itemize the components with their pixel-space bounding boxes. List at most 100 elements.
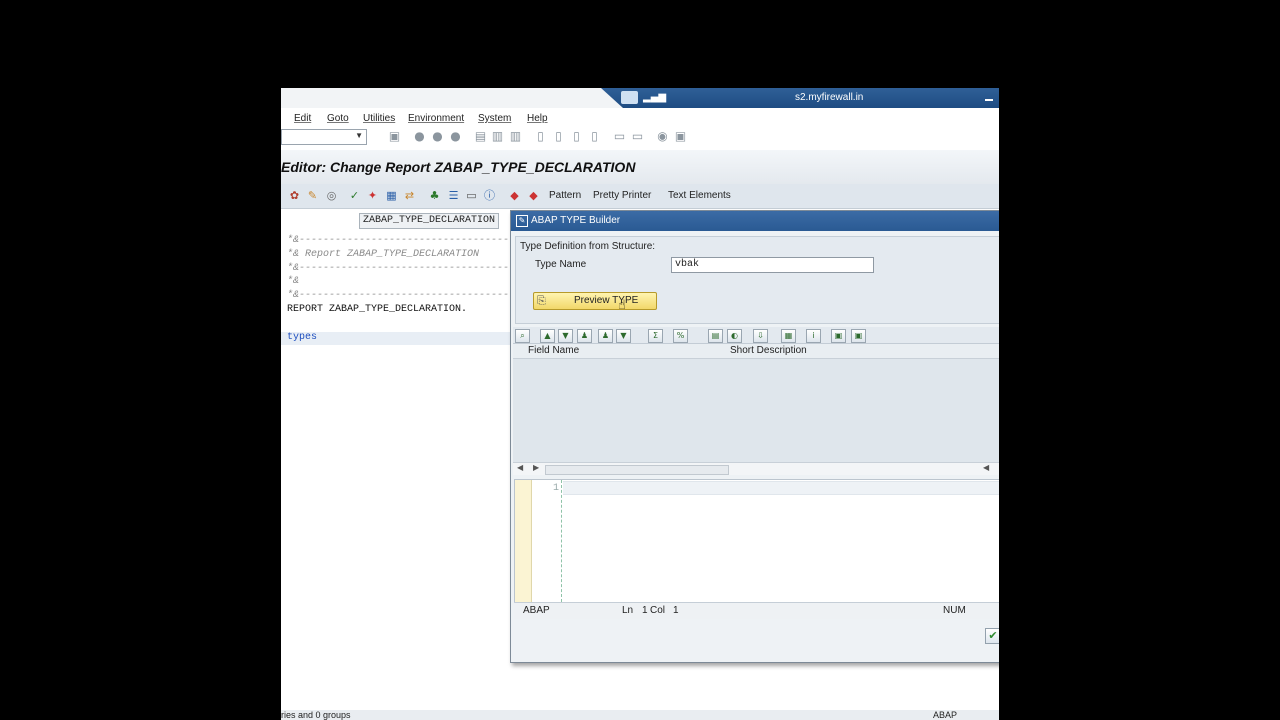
confirm-checkmark-icon[interactable]: ✔ [985, 628, 999, 644]
code-line: *&--------------------------------------… [287, 235, 714, 246]
print-icon[interactable]: ▤ [474, 130, 487, 143]
activate-icon[interactable]: ✦ [366, 189, 379, 202]
application-toolbar: ✿ ✎ ◎ ✓ ✦ ▦ ⇄ ♣ ☰ ▭ ⓘ ◆ ◆ Pattern Pretty… [281, 184, 999, 209]
find-icon[interactable]: ♟ [577, 329, 592, 343]
dialog-icon: ✎ [516, 215, 528, 227]
scrollbar-thumb[interactable] [545, 465, 729, 475]
preview-type-label: Preview TYPE [574, 295, 639, 306]
status-message: ries and 0 groups [281, 710, 351, 720]
breakpoint-icon[interactable]: ◆ [508, 189, 521, 202]
line-value: 1 [642, 605, 648, 616]
total-icon[interactable]: Σ [648, 329, 663, 343]
check-icon[interactable]: ✓ [348, 189, 361, 202]
layout-icon[interactable]: ▦ [781, 329, 796, 343]
scroll-left-icon[interactable]: ◀ [517, 463, 523, 472]
other-object-icon[interactable]: ✿ [288, 189, 301, 202]
program-name-field: ZABAP_TYPE_DECLARATION [359, 213, 500, 229]
scroll-left-end-icon[interactable]: ◀ [983, 463, 989, 472]
code-line: *& Report ZABAP_TYPE_DECLARATION [287, 248, 480, 260]
preview-icon: ⎘ [537, 294, 546, 307]
menu-environment[interactable]: Environment [408, 113, 464, 124]
test-icon[interactable]: ▦ [385, 189, 398, 202]
select-all-icon[interactable]: ▣ [831, 329, 846, 343]
network-icon [621, 91, 638, 104]
window-icon[interactable]: ▭ [465, 189, 478, 202]
sort-ascending-icon[interactable]: ▲ [540, 329, 555, 343]
grid-horizontal-scrollbar[interactable]: ◀ ▶ ◀ [513, 462, 999, 475]
save-icon[interactable]: ▣ [388, 130, 401, 143]
connection-bar: ▂▄▆ s2.myfirewall.in [281, 88, 999, 108]
command-field[interactable]: ▼ [281, 129, 367, 145]
views-icon[interactable]: ◐ [727, 329, 742, 343]
column-short-description[interactable]: Short Description [730, 345, 807, 356]
minimize-icon[interactable] [985, 99, 993, 101]
information-icon[interactable]: i [806, 329, 821, 343]
pattern-button[interactable]: Pattern [549, 190, 581, 201]
type-definition-section: Type Definition from Structure: Type Nam… [515, 236, 999, 324]
external-breakpoint-icon[interactable]: ◆ [527, 189, 540, 202]
info-icon[interactable]: ⓘ [483, 189, 496, 202]
field-grid[interactable]: Field Name Short Description [513, 344, 999, 462]
alv-toolbar: ⌕ ▲ ▼ ♟ ♟ ▼ Σ % ▤ ◐ ⇩ ▦ i ▣ ▣ [513, 327, 999, 344]
type-code-preview-editor[interactable]: 1 [514, 479, 999, 603]
dialog-title-bar[interactable]: ✎ ABAP TYPE Builder [511, 211, 999, 231]
find-next-icon[interactable]: ▥ [509, 130, 522, 143]
exit-icon[interactable]: ● [431, 130, 444, 143]
shortcut-icon[interactable]: ▭ [631, 130, 644, 143]
menu-edit[interactable]: Edit [294, 113, 311, 124]
help-icon[interactable]: ◉ [656, 130, 669, 143]
code-area[interactable]: *&--------------------------------------… [281, 235, 714, 346]
editor-gutter [515, 480, 532, 602]
deselect-all-icon[interactable]: ▣ [851, 329, 866, 343]
section-header: Type Definition from Structure: [520, 241, 656, 252]
previous-page-icon[interactable]: ▯ [552, 130, 565, 143]
abap-editor[interactable]: ZABAP_TYPE_DECLARATION *&---------------… [281, 209, 714, 720]
customize-layout-icon[interactable]: ▣ [674, 130, 687, 143]
sort-descending-icon[interactable]: ▼ [558, 329, 573, 343]
signal-icon: ▂▄▆ [643, 92, 667, 103]
menu-help[interactable]: Help [527, 113, 548, 124]
filter-icon[interactable]: ▼ [616, 329, 631, 343]
find-next-icon[interactable]: ♟ [598, 329, 613, 343]
num-lock-indicator: NUM [943, 605, 966, 616]
new-session-icon[interactable]: ▭ [613, 130, 626, 143]
abap-type-builder-dialog: ✎ ABAP TYPE Builder Type Definition from… [510, 210, 999, 663]
active-inactive-icon[interactable]: ◎ [325, 189, 338, 202]
details-icon[interactable]: ⌕ [515, 329, 530, 343]
code-line: REPORT ZABAP_TYPE_DECLARATION. [287, 303, 468, 315]
preview-type-button[interactable]: ⎘ Preview TYPE [533, 292, 657, 310]
chevron-down-icon[interactable]: ▼ [355, 131, 363, 140]
text-elements-button[interactable]: Text Elements [668, 190, 731, 201]
menu-utilities[interactable]: Utilities [363, 113, 395, 124]
screen-title-bar: Editor: Change Report ZABAP_TYPE_DECLARA… [281, 150, 999, 185]
sap-gui-window: ▂▄▆ s2.myfirewall.in Edit Goto Utilities… [281, 88, 999, 720]
current-line-highlight [563, 481, 999, 495]
system-toolbar: ▼ ▣ ● ● ● ▤ ▥ ▥ ▯ ▯ ▯ ▯ ▭ ▭ ◉ ▣ [281, 126, 999, 148]
scroll-right-icon[interactable]: ▶ [533, 463, 539, 472]
print-preview-icon[interactable]: ▤ [708, 329, 723, 343]
column-field-name[interactable]: Field Name [528, 345, 579, 356]
where-used-icon[interactable]: ⇄ [403, 189, 416, 202]
line-number: 1 [552, 483, 559, 494]
pretty-printer-button[interactable]: Pretty Printer [593, 190, 651, 201]
next-page-icon[interactable]: ▯ [570, 130, 583, 143]
first-page-icon[interactable]: ▯ [534, 130, 547, 143]
menu-system[interactable]: System [478, 113, 511, 124]
column-value: 1 [673, 605, 679, 616]
navigation-icon[interactable]: ☰ [447, 189, 460, 202]
export-icon[interactable]: ⇩ [753, 329, 768, 343]
object-list-icon[interactable]: ♣ [428, 189, 441, 202]
grid-header: Field Name Short Description [513, 344, 999, 359]
display-change-icon[interactable]: ✎ [306, 189, 319, 202]
type-name-input[interactable]: vbak [671, 257, 874, 273]
menu-goto[interactable]: Goto [327, 113, 349, 124]
find-icon[interactable]: ▥ [491, 130, 504, 143]
last-page-icon[interactable]: ▯ [588, 130, 601, 143]
dialog-title: ABAP TYPE Builder [531, 215, 621, 226]
cancel-icon[interactable]: ● [449, 130, 462, 143]
back-icon[interactable]: ● [413, 130, 426, 143]
code-line: *&--------------------------------------… [287, 262, 714, 274]
subtotal-icon[interactable]: % [673, 329, 688, 343]
indent-guide [561, 480, 562, 602]
